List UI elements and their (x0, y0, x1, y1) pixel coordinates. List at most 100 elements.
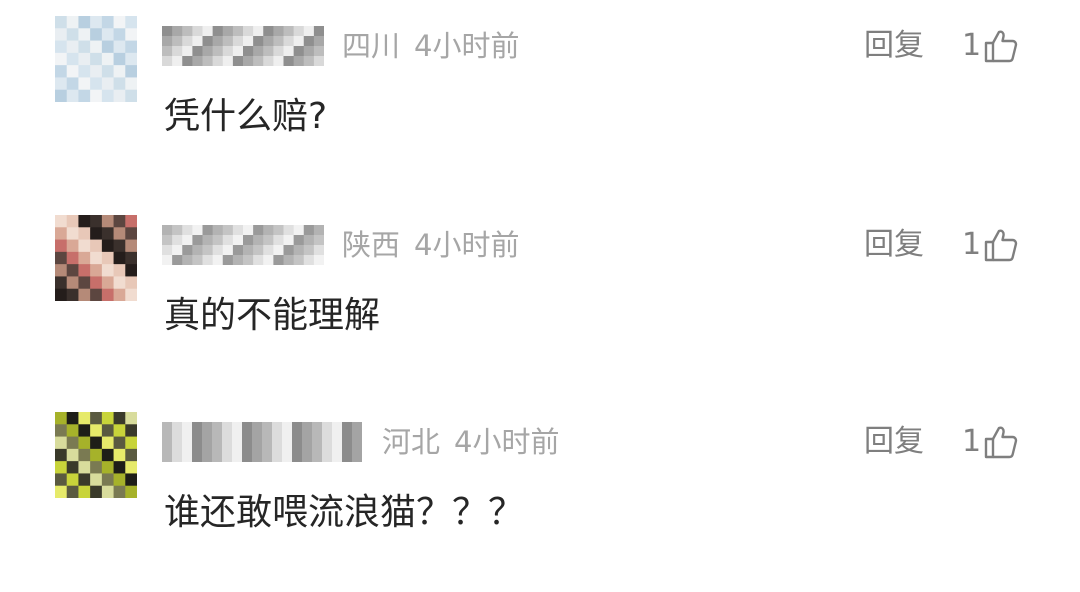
mosaic-cell (182, 442, 193, 453)
mosaic-cell (292, 442, 303, 453)
mosaic-cell (66, 215, 79, 228)
mosaic-cell (66, 16, 79, 29)
mosaic-cell (202, 235, 214, 246)
mosaic-cell (222, 46, 234, 57)
mosaic-cell (283, 56, 295, 66)
mosaic-cell (283, 26, 295, 37)
mosaic-cell (303, 255, 315, 265)
mosaic-cell (252, 442, 263, 453)
comment-item: 河北 4小时前 回复 1 谁还敢喂流浪猫？？？ (0, 396, 1080, 592)
mosaic-cell (182, 422, 193, 433)
mosaic-cell (282, 442, 293, 453)
like-button[interactable]: 1 (962, 420, 1019, 464)
mosaic-cell (101, 77, 115, 91)
avatar[interactable] (55, 412, 137, 498)
comment-meta: 四川 4小时前 (342, 26, 519, 66)
mosaic-cell (242, 442, 253, 453)
mosaic-cell (212, 255, 224, 265)
username-blurred[interactable] (162, 26, 324, 66)
mosaic-cell (283, 235, 295, 246)
mosaic-cell (243, 245, 254, 256)
comment-text: 凭什么赔? (164, 96, 328, 137)
reply-button[interactable]: 回复 (864, 26, 924, 66)
avatar[interactable] (55, 215, 137, 301)
mosaic-cell (232, 245, 244, 256)
mosaic-cell (202, 225, 214, 236)
mosaic-cell (303, 46, 315, 57)
avatar-image (55, 16, 137, 102)
mosaic-cell (243, 255, 254, 265)
mosaic-cell (313, 255, 324, 265)
mosaic-cell (182, 26, 193, 37)
reply-button[interactable]: 回复 (864, 422, 924, 462)
mosaic-cell (273, 255, 285, 265)
mosaic-cell (55, 77, 68, 91)
mosaic-cell (252, 452, 263, 462)
mosaic-cell (101, 16, 115, 29)
mosaic-cell (162, 422, 173, 433)
like-button[interactable]: 1 (962, 24, 1019, 68)
mosaic-cell (263, 56, 274, 66)
mosaic-cell (192, 235, 204, 246)
mosaic-cell (232, 442, 243, 453)
mosaic-cell (162, 46, 173, 57)
mosaic-cell (55, 28, 68, 42)
mosaic-cell (113, 448, 126, 462)
comment-region: 四川 (342, 29, 401, 63)
comment-text: 真的不能理解 (164, 295, 381, 336)
mosaic-cell (253, 255, 264, 265)
mosaic-cell (342, 422, 353, 433)
blurred-name-image (162, 225, 324, 265)
mosaic-cell (352, 442, 362, 453)
mosaic-cell (202, 422, 213, 433)
mosaic-cell (78, 448, 91, 462)
mosaic-cell (90, 52, 103, 66)
reply-button[interactable]: 回复 (864, 225, 924, 265)
mosaic-cell (172, 432, 183, 443)
mosaic-cell (242, 452, 253, 462)
mosaic-cell (273, 225, 285, 236)
mosaic-cell (90, 485, 103, 498)
mosaic-cell (252, 422, 263, 433)
mosaic-cell (101, 28, 115, 42)
mosaic-cell (263, 46, 274, 57)
mosaic-cell (55, 16, 68, 29)
mosaic-cell (90, 251, 103, 265)
mosaic-cell (283, 225, 295, 236)
mosaic-cell (182, 452, 193, 462)
mosaic-cell (162, 225, 173, 236)
mosaic-cell (212, 46, 224, 57)
mosaic-cell (202, 452, 213, 462)
username-blurred[interactable] (162, 225, 324, 265)
mosaic-cell (162, 56, 173, 66)
mosaic-cell (313, 245, 324, 256)
avatar[interactable] (55, 16, 137, 102)
mosaic-cell (222, 442, 233, 453)
mosaic-cell (272, 432, 283, 443)
mosaic-cell (282, 422, 293, 433)
mosaic-cell (232, 422, 243, 433)
mosaic-cell (352, 422, 362, 433)
mosaic-cell (55, 288, 68, 301)
mosaic-cell (182, 46, 193, 57)
mosaic-cell (78, 239, 91, 253)
like-count: 1 (962, 227, 982, 262)
mosaic-cell (78, 461, 91, 474)
mosaic-cell (292, 422, 303, 433)
mosaic-cell (192, 56, 204, 66)
mosaic-cell (113, 485, 126, 498)
like-button[interactable]: 1 (962, 223, 1019, 267)
mosaic-cell (101, 239, 115, 253)
mosaic-cell (293, 26, 305, 37)
mosaic-cell (192, 255, 204, 265)
mosaic-cell (66, 52, 79, 66)
mosaic-cell (192, 26, 204, 37)
mosaic-cell (55, 412, 68, 425)
mosaic-cell (262, 452, 273, 462)
mosaic-cell (162, 245, 173, 256)
mosaic-cell (125, 288, 137, 301)
mosaic-cell (172, 36, 183, 47)
mosaic-cell (113, 276, 126, 290)
username-blurred[interactable] (162, 422, 362, 462)
mosaic-cell (101, 424, 115, 438)
